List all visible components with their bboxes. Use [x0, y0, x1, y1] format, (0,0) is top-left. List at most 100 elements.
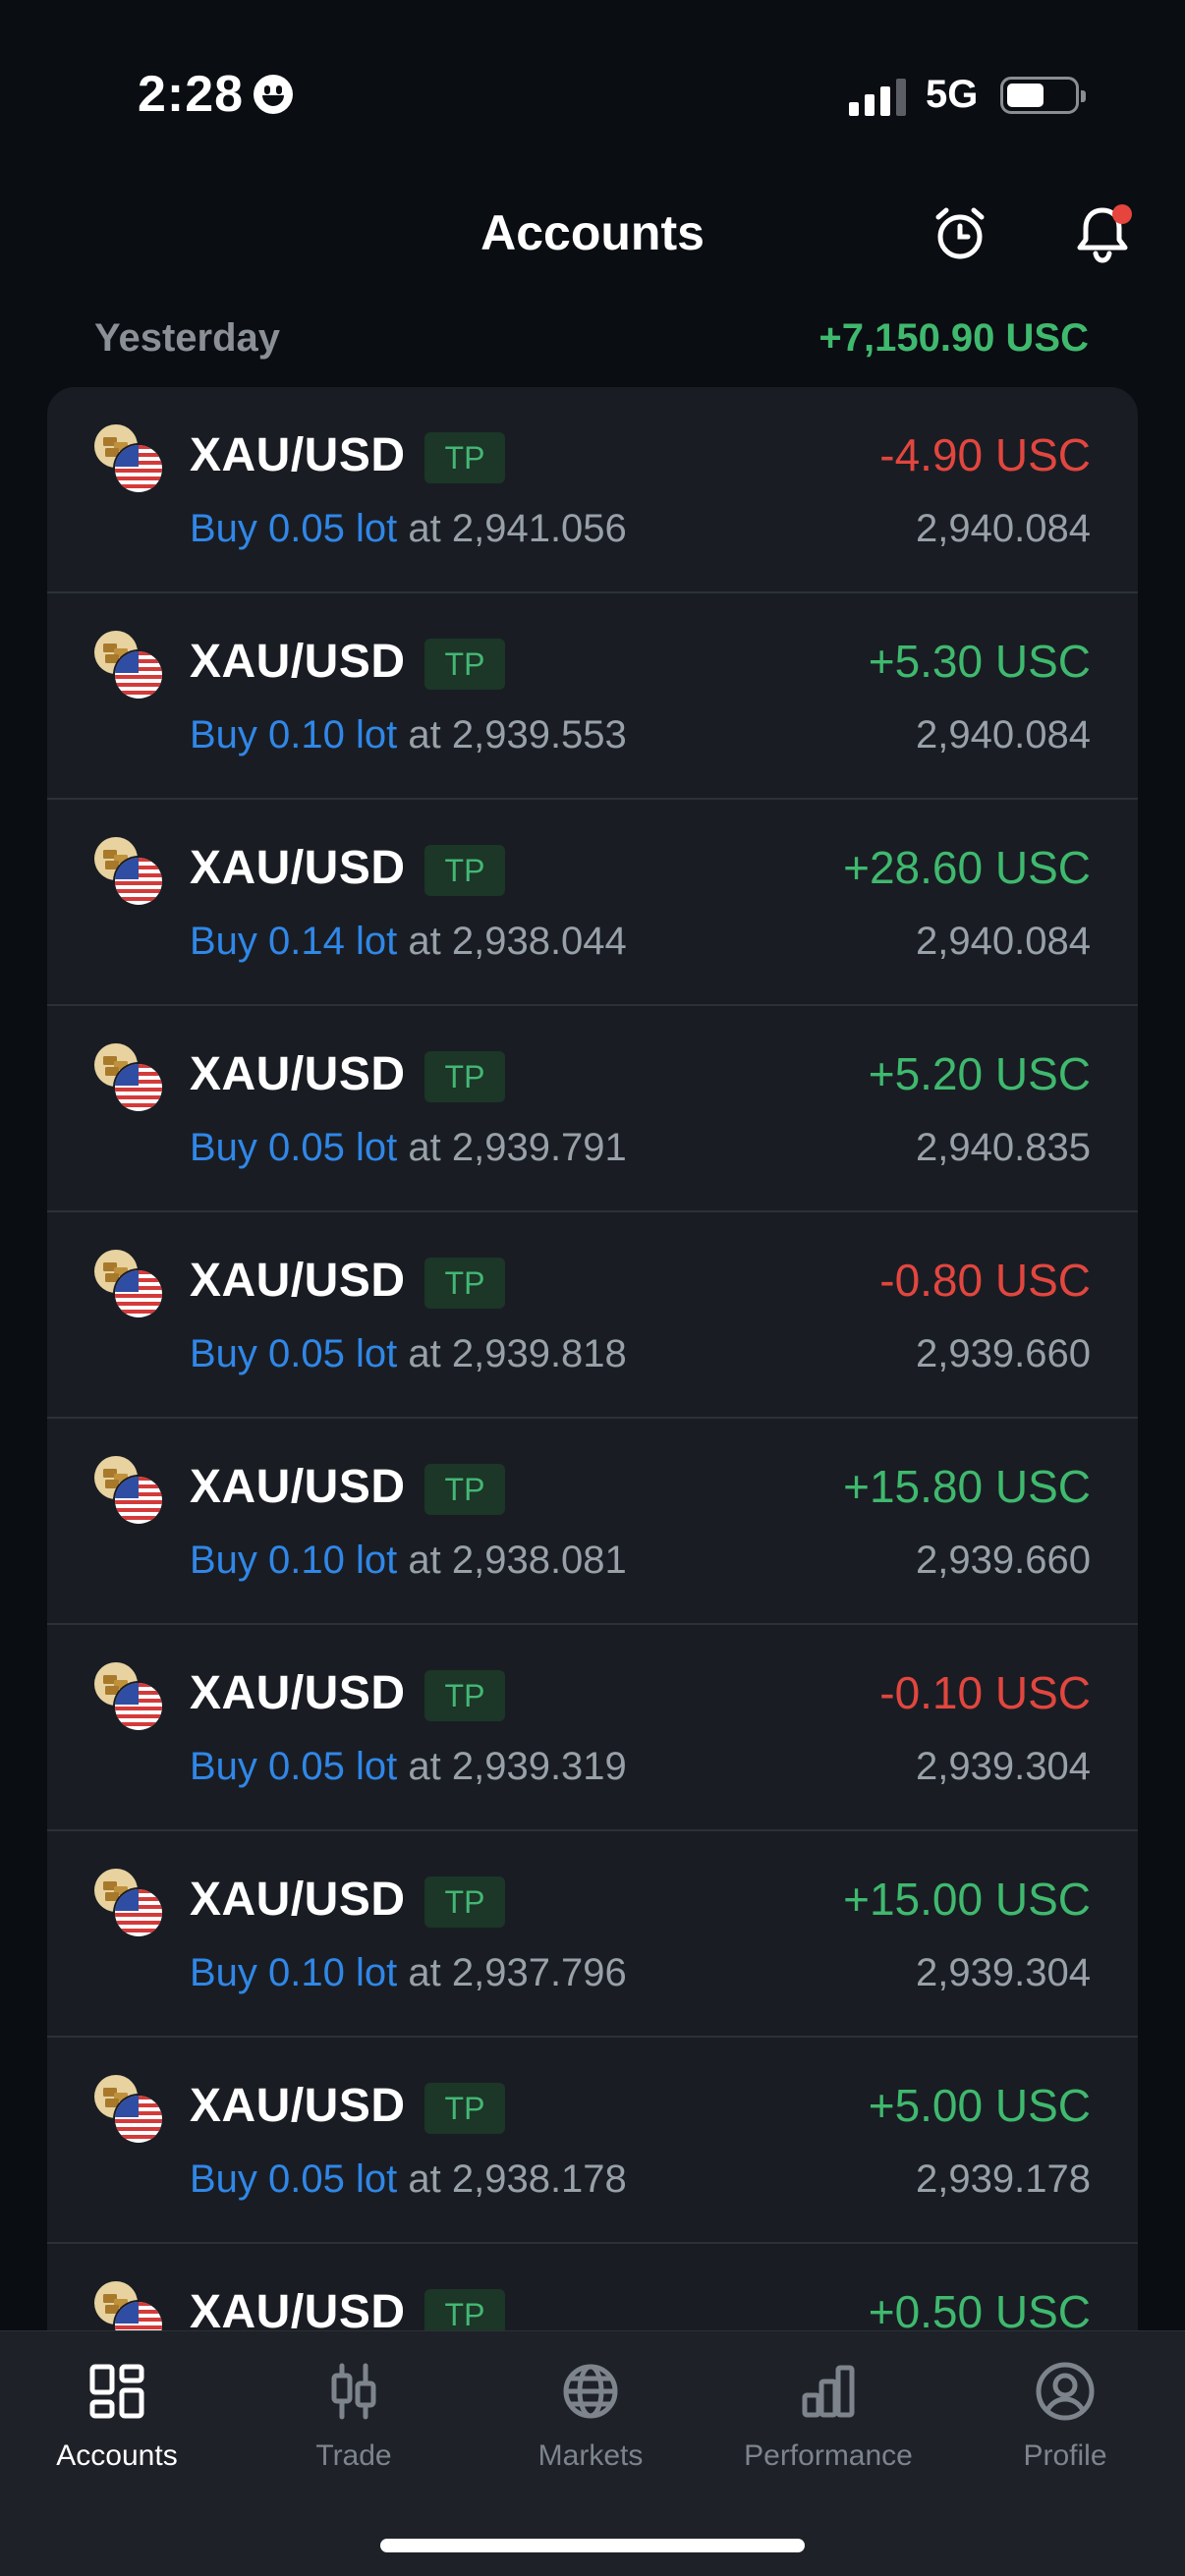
symbol: XAU/USD: [190, 636, 406, 688]
status-time-text: 2:28: [138, 66, 245, 123]
current-price: 2,940.084: [916, 507, 1091, 550]
trade-pnl: -4.90 USC: [879, 429, 1091, 480]
gold-usd-pair-icon: [94, 424, 164, 494]
current-price: 2,939.660: [916, 1539, 1091, 1582]
open-price: at 2,941.056: [408, 507, 627, 550]
tab-profile[interactable]: Profile: [947, 2357, 1183, 2473]
symbol: XAU/USD: [190, 1048, 406, 1100]
open-price: at 2,938.081: [408, 1539, 627, 1582]
trade-list: XAU/USD TP Buy 0.05 lot at 2,941.056 -4.90 …: [47, 387, 1138, 2450]
home-indicator: [380, 2539, 805, 2552]
bar-chart-icon: [794, 2357, 863, 2426]
trade-row[interactable]: XAU/USD TP Buy 0.05 lot at 2,939.319 -0.10 …: [47, 1625, 1138, 1831]
tab-markets[interactable]: Markets: [473, 2357, 708, 2473]
trade-side: Buy 0.05 lot: [190, 1745, 398, 1788]
symbol: XAU/USD: [190, 2080, 406, 2132]
symbol: XAU/USD: [190, 1874, 406, 1926]
symbol: XAU/USD: [190, 429, 406, 481]
gold-usd-pair-icon: [94, 1869, 164, 1938]
trade-side: Buy 0.14 lot: [190, 920, 398, 963]
trade-detail: Buy 0.05 lot at 2,941.056: [190, 507, 627, 551]
gold-usd-pair-icon: [94, 837, 164, 907]
alarm-clock-icon[interactable]: [925, 198, 995, 269]
tab-label: Markets: [537, 2439, 644, 2472]
trade-row[interactable]: XAU/USD TP Buy 0.10 lot at 2,938.081 +15.80…: [47, 1419, 1138, 1625]
user-circle-icon: [1031, 2357, 1100, 2426]
trade-pnl: +15.80 USC: [843, 1461, 1091, 1512]
trade-side: Buy 0.05 lot: [190, 507, 398, 550]
trade-side: Buy 0.10 lot: [190, 1951, 398, 1994]
current-price: 2,940.835: [916, 1126, 1091, 1169]
open-price: at 2,938.178: [408, 2157, 627, 2201]
trade-side: Buy 0.10 lot: [190, 713, 398, 756]
open-price: at 2,939.818: [408, 1332, 627, 1375]
tab-label: Trade: [315, 2439, 392, 2472]
current-price: 2,940.084: [916, 713, 1091, 756]
tp-badge: TP: [424, 1051, 505, 1102]
trade-detail: Buy 0.05 lot at 2,939.319: [190, 1745, 627, 1789]
tab-performance[interactable]: Performance: [710, 2357, 946, 2473]
tab-label: Accounts: [56, 2439, 178, 2472]
trade-detail: Buy 0.10 lot at 2,939.553: [190, 713, 627, 757]
tab-trade[interactable]: Trade: [236, 2357, 472, 2473]
symbol: XAU/USD: [190, 842, 406, 894]
open-price: at 2,939.791: [408, 1126, 627, 1169]
trade-side: Buy 0.05 lot: [190, 1332, 398, 1375]
current-price: 2,939.304: [916, 1745, 1091, 1788]
network-label: 5G: [926, 73, 979, 116]
tp-badge: TP: [424, 2083, 505, 2134]
trade-row[interactable]: XAU/USD TP Buy 0.10 lot at 2,937.796 +15.00…: [47, 1831, 1138, 2038]
trade-side: Buy 0.10 lot: [190, 1539, 398, 1582]
trade-row[interactable]: XAU/USD TP Buy 0.05 lot at 2,941.056 -4.90 …: [47, 387, 1138, 593]
trade-detail: Buy 0.05 lot at 2,939.818: [190, 1332, 627, 1376]
page-title: Accounts: [480, 205, 705, 260]
trade-row[interactable]: XAU/USD TP Buy 0.10 lot at 2,939.553 +5.30 …: [47, 593, 1138, 800]
battery-icon: [1000, 77, 1086, 114]
gold-usd-pair-icon: [94, 1250, 164, 1319]
trade-pnl: -0.10 USC: [879, 1667, 1091, 1718]
open-price: at 2,939.319: [408, 1745, 627, 1788]
open-price: at 2,938.044: [408, 920, 627, 963]
tab-label: Performance: [744, 2439, 913, 2472]
trade-side: Buy 0.05 lot: [190, 2157, 398, 2201]
trade-pnl: +5.20 USC: [868, 1048, 1091, 1099]
globe-icon: [556, 2357, 625, 2426]
symbol: XAU/USD: [190, 1667, 406, 1719]
trade-detail: Buy 0.05 lot at 2,938.178: [190, 2157, 627, 2202]
tp-badge: TP: [424, 432, 505, 483]
status-time: 2:28: [138, 65, 294, 124]
trade-row[interactable]: XAU/USD TP Buy 0.05 lot at 2,939.818 -0.80 …: [47, 1212, 1138, 1419]
open-price: at 2,937.796: [408, 1951, 627, 1994]
current-price: 2,940.084: [916, 920, 1091, 963]
trade-detail: Buy 0.14 lot at 2,938.044: [190, 920, 627, 964]
tab-accounts[interactable]: Accounts: [0, 2357, 235, 2473]
tab-label: Profile: [1023, 2439, 1107, 2472]
open-price: at 2,939.553: [408, 713, 627, 756]
date-group-header: Yesterday +7,150.90 USC: [94, 307, 1089, 369]
trade-detail: Buy 0.10 lot at 2,937.796: [190, 1951, 627, 1995]
trade-row[interactable]: XAU/USD TP Buy 0.05 lot at 2,938.178 +5.00 …: [47, 2038, 1138, 2244]
app-header: Accounts: [0, 187, 1185, 305]
tp-badge: TP: [424, 1876, 505, 1928]
symbol: XAU/USD: [190, 1255, 406, 1307]
trade-pnl: +5.30 USC: [868, 636, 1091, 687]
notification-dot: [1112, 204, 1132, 224]
trade-candles-icon: [319, 2357, 388, 2426]
tp-badge: TP: [424, 639, 505, 690]
current-price: 2,939.304: [916, 1951, 1091, 1994]
trade-side: Buy 0.05 lot: [190, 1126, 398, 1169]
trade-row[interactable]: XAU/USD TP Buy 0.14 lot at 2,938.044 +28.60…: [47, 800, 1138, 1006]
gold-usd-pair-icon: [94, 1043, 164, 1113]
gold-usd-pair-icon: [94, 2075, 164, 2145]
trade-row[interactable]: XAU/USD TP Buy 0.05 lot at 2,939.791 +5.20 …: [47, 1006, 1138, 1212]
trade-pnl: -0.80 USC: [879, 1255, 1091, 1306]
trade-detail: Buy 0.10 lot at 2,938.081: [190, 1539, 627, 1583]
tp-badge: TP: [424, 1670, 505, 1721]
gold-usd-pair-icon: [94, 631, 164, 700]
current-price: 2,939.178: [916, 2157, 1091, 2201]
trade-pnl: +15.00 USC: [843, 1874, 1091, 1925]
trade-pnl: +28.60 USC: [843, 842, 1091, 893]
bell-icon[interactable]: [1067, 198, 1138, 269]
day-total: +7,150.90 USC: [818, 315, 1089, 360]
gold-usd-pair-icon: [94, 1662, 164, 1732]
